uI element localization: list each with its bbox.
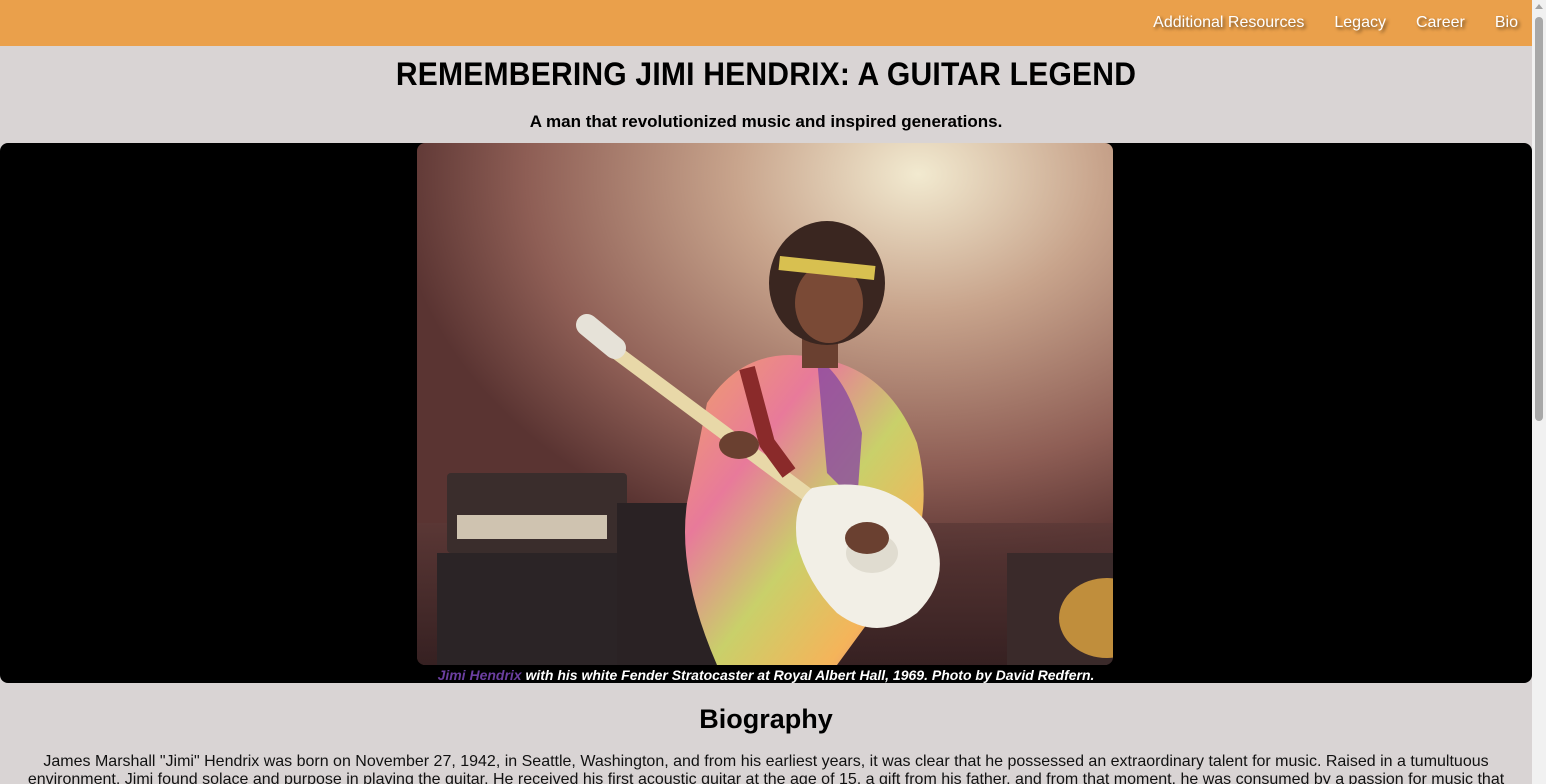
nav-item-additional-resources: Additional Resources bbox=[1153, 14, 1304, 32]
nav-link-legacy[interactable]: Legacy bbox=[1334, 14, 1386, 31]
biography-text: James Marshall "Jimi" Hendrix was born o… bbox=[27, 753, 1505, 784]
caption-text: with his white Fender Stratocaster at Ro… bbox=[521, 667, 1095, 683]
page-title: REMEMBERING JIMI HENDRIX: A GUITAR LEGEN… bbox=[395, 56, 1137, 92]
nav-item-career: Career bbox=[1416, 14, 1465, 32]
page: Additional Resources Legacy Career Bio R… bbox=[0, 0, 1532, 784]
caption-link-jimi-hendrix[interactable]: Jimi Hendrix bbox=[438, 667, 522, 683]
photo-caption: Jimi Hendrix with his white Fender Strat… bbox=[0, 667, 1532, 683]
hero-photo bbox=[417, 143, 1113, 665]
nav-item-legacy: Legacy bbox=[1334, 14, 1386, 32]
nav-link-bio[interactable]: Bio bbox=[1495, 14, 1518, 31]
top-navbar: Additional Resources Legacy Career Bio bbox=[0, 0, 1532, 46]
biography-heading: Biography bbox=[699, 704, 833, 734]
nav-links: Additional Resources Legacy Career Bio bbox=[1153, 0, 1518, 46]
vertical-scrollbar[interactable] bbox=[1532, 0, 1546, 784]
scrollbar-thumb[interactable] bbox=[1535, 17, 1543, 421]
page-subtitle: A man that revolutionized music and insp… bbox=[529, 112, 1003, 131]
hero-figure: Jimi Hendrix with his white Fender Strat… bbox=[0, 143, 1532, 683]
hendrix-concert-photo bbox=[417, 143, 1113, 665]
nav-link-additional-resources[interactable]: Additional Resources bbox=[1153, 14, 1304, 31]
scroll-up-arrow-icon[interactable] bbox=[1535, 4, 1543, 9]
nav-item-bio: Bio bbox=[1495, 14, 1518, 32]
nav-link-career[interactable]: Career bbox=[1416, 14, 1465, 31]
